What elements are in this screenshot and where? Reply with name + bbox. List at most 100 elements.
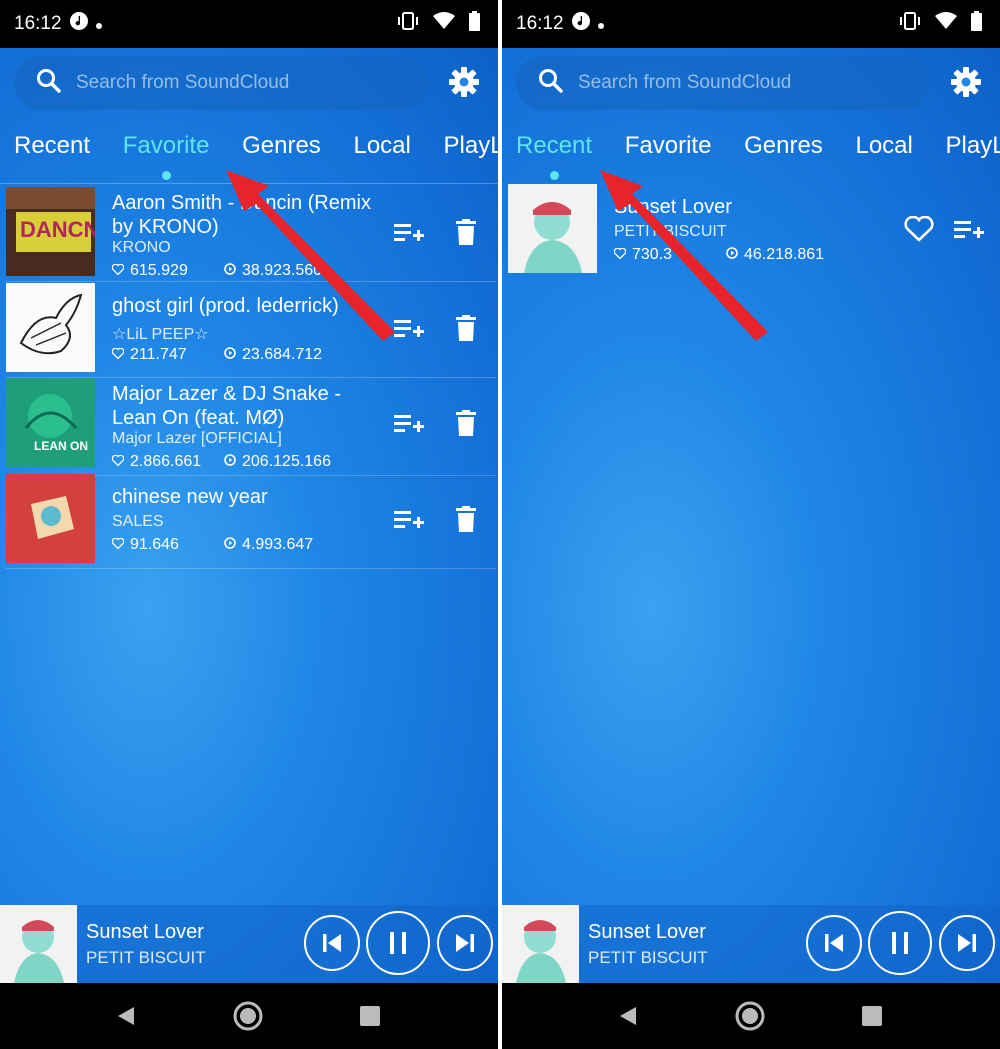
play-count-icon xyxy=(726,246,738,264)
album-art xyxy=(6,474,95,563)
add-to-playlist-icon[interactable] xyxy=(394,319,424,344)
track-artist: SALES xyxy=(112,513,164,530)
recents-nav-icon[interactable] xyxy=(359,1005,381,1032)
tab-favorite[interactable]: Favorite xyxy=(625,132,712,160)
navigation-bar xyxy=(0,983,498,1049)
heart-icon xyxy=(111,536,125,554)
track-artist: PETIT BISCUIT xyxy=(614,223,727,240)
track-artist: KRONO xyxy=(112,239,171,256)
pause-icon xyxy=(390,932,406,954)
track-title: Aaron Smith - Dancin (Remix by KRONO) xyxy=(112,192,371,238)
status-time: 16:12 xyxy=(14,13,62,34)
add-to-playlist-icon[interactable] xyxy=(954,220,984,245)
now-playing-artist: PETIT BISCUIT xyxy=(588,948,708,967)
likes-count: 2.866.661 xyxy=(130,453,202,470)
track-artist: Major Lazer [OFFICIAL] xyxy=(112,430,282,447)
tab-genres[interactable]: Genres xyxy=(744,132,823,160)
track-title: Major Lazer & DJ Snake - Lean On (feat. … xyxy=(112,383,341,429)
recents-nav-icon[interactable] xyxy=(861,1005,883,1032)
play-count-icon xyxy=(224,262,236,280)
mini-player[interactable]: Sunset Lover PETIT BISCUIT xyxy=(0,905,498,983)
music-notification-icon xyxy=(69,11,89,37)
list-item[interactable]: Sunset Lover PETIT BISCUIT 730.3 46.218.… xyxy=(508,184,998,276)
track-plays: 46.218.861 xyxy=(726,246,824,264)
plays-count: 46.218.861 xyxy=(744,246,825,263)
left-phone-screen: 16:12 Recent Fa xyxy=(0,0,498,1049)
tab-bar: Recent Favorite Genres Local PlayLi xyxy=(14,132,498,180)
home-nav-icon[interactable] xyxy=(734,1000,766,1037)
likes-count: 615.929 xyxy=(130,262,188,279)
pause-button[interactable] xyxy=(868,911,932,975)
add-to-playlist-icon[interactable] xyxy=(394,414,424,439)
track-title: ghost girl (prod. lederrick) xyxy=(112,295,339,317)
row-divider xyxy=(6,568,496,569)
favorite-heart-icon[interactable] xyxy=(904,215,934,247)
list-item[interactable]: LEAN ON Major Lazer & DJ Snake - Lean On… xyxy=(6,378,496,476)
vibrate-icon xyxy=(899,11,921,37)
settings-gear-icon[interactable] xyxy=(950,66,982,103)
tab-genres[interactable]: Genres xyxy=(242,132,321,160)
heart-icon xyxy=(111,346,125,364)
track-title: chinese new year xyxy=(112,486,268,508)
music-notification-icon xyxy=(571,11,591,37)
settings-gear-icon[interactable] xyxy=(448,66,480,103)
pause-button[interactable] xyxy=(366,911,430,975)
play-count-icon xyxy=(224,346,236,364)
list-item[interactable]: DANCN Aaron Smith - Dancin (Remix by KRO… xyxy=(6,187,496,282)
wifi-icon xyxy=(935,12,957,36)
tab-local[interactable]: Local xyxy=(353,132,410,160)
next-button[interactable] xyxy=(437,915,493,971)
tab-bar: Recent Favorite Genres Local PlayLi xyxy=(516,132,1000,180)
track-likes: 730.3 xyxy=(613,246,673,264)
tab-recent[interactable]: Recent xyxy=(14,132,90,160)
likes-count: 91.646 xyxy=(130,536,179,553)
tab-favorite[interactable]: Favorite xyxy=(123,132,209,180)
previous-button[interactable] xyxy=(304,915,360,971)
right-phone-screen: 16:12 Recent Fa xyxy=(502,0,1000,1049)
tab-local[interactable]: Local xyxy=(855,132,912,160)
track-plays: 38.923.560 xyxy=(224,262,322,280)
track-plays: 206.125.166 xyxy=(224,453,331,471)
track-artist: ☆LiL PEEP☆ xyxy=(112,326,209,343)
play-count-icon xyxy=(224,536,236,554)
delete-trash-icon[interactable] xyxy=(456,315,476,346)
plays-count: 38.923.560 xyxy=(242,262,323,279)
notification-dot-icon xyxy=(597,13,604,35)
likes-count: 211.747 xyxy=(130,346,187,363)
tab-playlist[interactable]: PlayLi xyxy=(946,132,1000,160)
plays-count: 4.993.647 xyxy=(242,536,314,553)
previous-button[interactable] xyxy=(806,915,862,971)
delete-trash-icon[interactable] xyxy=(456,506,476,537)
search-icon xyxy=(36,68,62,99)
tab-recent[interactable]: Recent xyxy=(516,132,592,180)
wifi-icon xyxy=(433,12,455,36)
search-input[interactable] xyxy=(74,71,408,95)
track-likes: 2.866.661 xyxy=(111,453,202,471)
track-likes: 211.747 xyxy=(111,346,187,364)
search-bar[interactable] xyxy=(14,56,428,110)
search-icon xyxy=(538,68,564,99)
navigation-bar xyxy=(502,983,1000,1049)
search-input[interactable] xyxy=(576,71,910,95)
now-playing-art xyxy=(0,905,77,983)
likes-count: 730.3 xyxy=(632,246,673,263)
album-art: LEAN ON xyxy=(6,378,95,467)
back-nav-icon[interactable] xyxy=(115,1005,137,1032)
play-count-icon xyxy=(224,453,236,471)
list-item[interactable]: chinese new year SALES 91.646 4.993.647 xyxy=(6,474,496,569)
list-item[interactable]: ghost girl (prod. lederrick) ☆LiL PEEP☆ … xyxy=(6,283,496,378)
album-art xyxy=(6,283,95,372)
tab-playlist[interactable]: PlayLi xyxy=(444,132,498,160)
next-button[interactable] xyxy=(939,915,995,971)
add-to-playlist-icon[interactable] xyxy=(394,223,424,248)
back-nav-icon[interactable] xyxy=(617,1005,639,1032)
track-plays: 4.993.647 xyxy=(224,536,313,554)
skip-next-icon xyxy=(456,934,474,952)
search-bar[interactable] xyxy=(516,56,930,110)
mini-player[interactable]: Sunset Lover PETIT BISCUIT xyxy=(502,905,1000,983)
add-to-playlist-icon[interactable] xyxy=(394,510,424,535)
delete-trash-icon[interactable] xyxy=(456,410,476,441)
heart-icon xyxy=(613,246,627,264)
delete-trash-icon[interactable] xyxy=(456,219,476,250)
home-nav-icon[interactable] xyxy=(232,1000,264,1037)
